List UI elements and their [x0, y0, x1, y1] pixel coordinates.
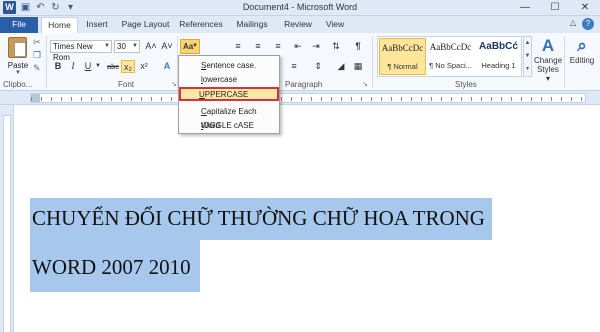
change-styles-icon: A: [541, 36, 555, 55]
shading-icon[interactable]: ◢: [335, 60, 347, 73]
font-name-value: Times New Rom: [53, 42, 93, 62]
tab-mailings[interactable]: Mailings: [232, 17, 272, 33]
copy-icon[interactable]: ❐: [33, 50, 41, 61]
line-spacing-icon[interactable]: ⇕: [312, 60, 324, 73]
window-controls: — ☐ ✕: [510, 0, 600, 15]
change-styles-button[interactable]: A Change Styles ▾: [534, 36, 562, 83]
multilevel-list-icon[interactable]: ≡: [272, 40, 284, 53]
format-painter-icon[interactable]: ✎: [33, 63, 41, 74]
tab-page-layout[interactable]: Page Layout: [118, 17, 173, 33]
find-icon: ⌕: [577, 36, 587, 55]
style-heading-1[interactable]: AaBbCć Heading 1: [475, 38, 522, 75]
paste-button[interactable]: Paste ▼: [5, 35, 31, 76]
title-bar: W ▣ ↶ ↻ ▾ Document4 - Microsoft Word — ☐…: [0, 0, 600, 16]
tab-review[interactable]: Review: [282, 17, 314, 33]
decrease-indent-icon[interactable]: ⇤: [292, 40, 304, 53]
change-case-menu: Sentence case. lowercase UPPERCASE Capit…: [178, 55, 280, 134]
font-dialog-launcher-icon[interactable]: ↘: [171, 80, 177, 88]
font-name-dropdown-icon[interactable]: ▼: [104, 41, 110, 52]
paragraph-group-label: Paragraph: [285, 80, 323, 89]
numbering-icon[interactable]: ≡: [252, 40, 264, 53]
sort-icon[interactable]: ⇅: [330, 40, 342, 53]
text-effects-icon[interactable]: A: [161, 60, 173, 73]
menu-item-capitalize-each-word[interactable]: Capitalize Each Word: [181, 105, 277, 130]
editing-button[interactable]: ⌕ Editing: [567, 36, 597, 65]
font-name-box[interactable]: Times New Rom ▼: [50, 40, 112, 62]
menu-item-lowercase[interactable]: lowercase: [181, 73, 277, 87]
editing-label: Editing: [569, 56, 595, 65]
grow-font-button[interactable]: A˄: [144, 40, 158, 53]
tab-references[interactable]: References: [178, 17, 224, 33]
help-icon[interactable]: ?: [582, 18, 594, 30]
subscript-button[interactable]: x₂: [121, 60, 135, 73]
styles-gallery: AaBbCcDc ¶ Normal AaBbCcDc ¶ No Spaci...…: [377, 36, 522, 77]
shrink-font-button[interactable]: A˅: [160, 40, 174, 53]
minimize-button[interactable]: —: [510, 0, 540, 15]
bullets-icon[interactable]: ≡: [232, 40, 244, 53]
increase-indent-icon[interactable]: ⇥: [310, 40, 322, 53]
style-normal[interactable]: AaBbCcDc ¶ Normal: [379, 38, 426, 75]
font-group-label: Font: [118, 80, 135, 89]
ribbon-home: Paste ▼ ✂ ❐ ✎ Clipbo... Times New Rom ▼ …: [0, 33, 600, 91]
tab-home[interactable]: Home: [41, 17, 78, 33]
menu-item-sentence-case[interactable]: Sentence case.: [181, 59, 277, 73]
paste-dropdown-icon[interactable]: ▼: [5, 70, 31, 76]
clipboard-group-label: Clipbo...: [3, 80, 33, 89]
underline-button[interactable]: U: [82, 60, 94, 73]
change-styles-label: Change Styles ▾: [534, 56, 563, 83]
borders-icon[interactable]: ▦: [352, 60, 364, 73]
tab-view[interactable]: View: [323, 17, 347, 33]
font-size-value: 30: [117, 42, 126, 51]
style-no-spacing[interactable]: AaBbCcDc ¶ No Spaci...: [427, 38, 474, 75]
styles-scroll[interactable]: ▲ ▼ ▾: [523, 36, 532, 77]
paragraph-dialog-launcher-icon[interactable]: ↘: [362, 80, 368, 88]
tab-insert[interactable]: Insert: [82, 17, 112, 33]
font-size-dropdown-icon[interactable]: ▼: [132, 41, 138, 52]
vertical-ruler[interactable]: [0, 105, 14, 332]
horizontal-ruler-bar: [0, 91, 600, 105]
menu-item-toggle-case[interactable]: tOGGLE cASE: [181, 119, 277, 133]
document-area[interactable]: CHUYỂN ĐỔI CHỮ THƯỜNG CHỮ HOA TRONG WORD…: [14, 105, 600, 332]
horizontal-ruler[interactable]: [30, 93, 586, 103]
paste-label: Paste: [7, 61, 29, 70]
italic-button[interactable]: I: [67, 60, 79, 73]
justify-icon[interactable]: ≡: [288, 60, 300, 73]
minimize-ribbon-icon[interactable]: △: [570, 18, 576, 27]
superscript-button[interactable]: x²: [137, 60, 151, 73]
change-case-dropdown-icon: ▼: [192, 43, 198, 49]
styles-group-label: Styles: [455, 80, 477, 89]
cut-icon[interactable]: ✂: [33, 37, 41, 48]
document-line-1[interactable]: CHUYỂN ĐỔI CHỮ THƯỜNG CHỮ HOA TRONG: [32, 206, 485, 231]
strikethrough-button[interactable]: abc: [106, 60, 120, 73]
maximize-button[interactable]: ☐: [540, 0, 570, 15]
menu-item-uppercase[interactable]: UPPERCASE: [179, 87, 279, 101]
ribbon-tabs: File Home Insert Page Layout References …: [0, 16, 600, 33]
font-size-box[interactable]: 30 ▼: [114, 40, 140, 53]
bold-button[interactable]: B: [52, 60, 64, 73]
underline-dropdown-icon[interactable]: ▼: [94, 60, 102, 73]
document-line-2[interactable]: WORD 2007 2010: [32, 255, 191, 280]
close-button[interactable]: ✕: [570, 0, 600, 15]
tab-file[interactable]: File: [0, 17, 38, 33]
change-case-button[interactable]: Aa ▼: [180, 39, 200, 54]
show-marks-icon[interactable]: ¶: [352, 40, 364, 53]
